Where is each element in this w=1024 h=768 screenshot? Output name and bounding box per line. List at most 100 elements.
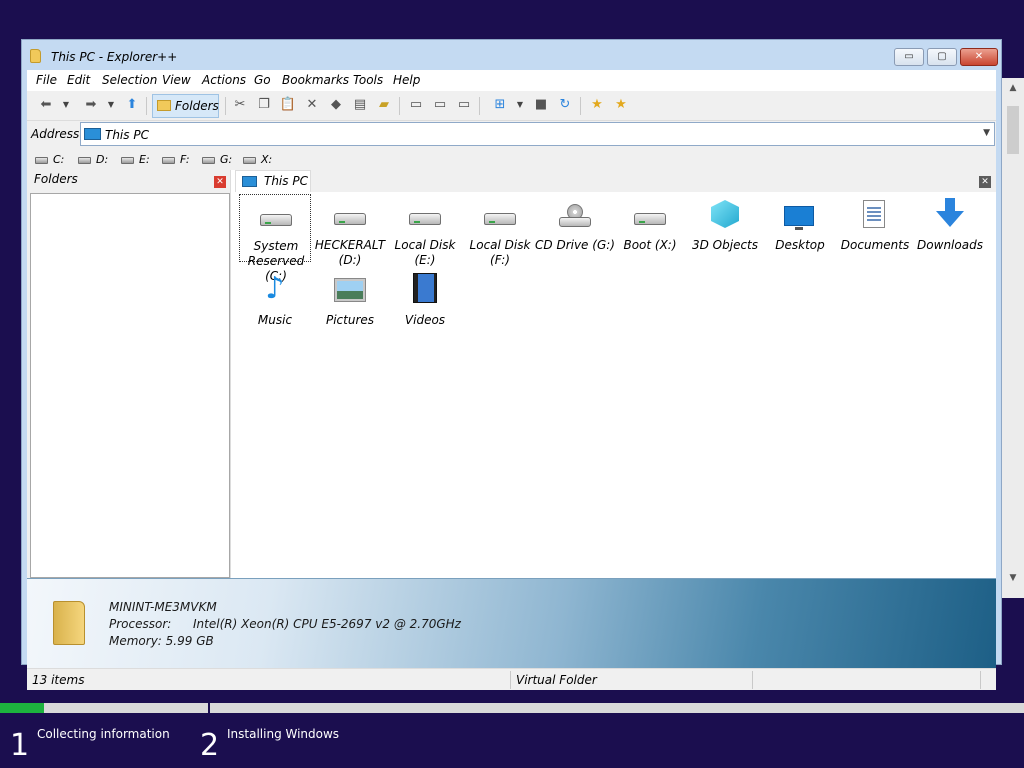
bookmark-add-icon[interactable]: ★ (588, 96, 606, 114)
forward-dropdown-icon[interactable]: ▼ (106, 96, 116, 114)
views-dropdown-icon[interactable]: ▼ (515, 96, 525, 114)
menu-file[interactable]: File (36, 73, 57, 87)
toolbar-separator (146, 97, 147, 115)
close-icon[interactable]: ✕ (214, 176, 226, 188)
computer-icon (242, 176, 257, 187)
search-icon[interactable]: ▰ (375, 96, 393, 114)
menu-tools[interactable]: Tools (353, 73, 383, 87)
videos-icon (413, 273, 437, 303)
item-label: Downloads (917, 238, 983, 252)
folder-type: Virtual Folder (516, 673, 597, 687)
file-list-view[interactable]: System Reserved (C:) HECKERALT (D:) Loca… (235, 192, 996, 578)
folders-icon (157, 100, 171, 111)
list-item[interactable]: CD Drive (G:) (535, 194, 615, 262)
menu-view[interactable]: View (162, 73, 191, 87)
refresh-icon[interactable]: ↻ (556, 96, 574, 114)
background-scrollbar[interactable]: ▲ ▼ (1001, 78, 1024, 598)
delete-permanently-icon[interactable]: ◆ (327, 96, 345, 114)
title-bar[interactable]: This PC - Explorer++ ▭ ▢ ✕ (22, 40, 1001, 70)
list-item[interactable]: Downloads (914, 194, 986, 262)
copy-icon[interactable]: ❐ (255, 96, 273, 114)
status-separator (510, 671, 511, 689)
window-title: This PC - Explorer++ (51, 50, 178, 64)
drive-icon (409, 213, 441, 225)
minimize-button[interactable]: ▭ (894, 48, 924, 66)
tab-label: This PC (264, 174, 308, 188)
copy-to-icon[interactable]: ▭ (407, 96, 425, 114)
menu-bookmarks[interactable]: Bookmarks (282, 73, 349, 87)
address-input[interactable]: This PC ▼ (80, 122, 995, 146)
drive-button-f[interactable]: F: (162, 153, 190, 167)
paste-icon[interactable]: 📋 (279, 96, 297, 114)
drive-icon (260, 214, 292, 226)
folders-button[interactable]: Folders (152, 94, 219, 118)
views-icon[interactable]: ⊞ (491, 96, 509, 114)
tab-this-pc[interactable]: This PC (235, 170, 311, 192)
move-to-icon[interactable]: ▭ (431, 96, 449, 114)
item-label: Local Disk (F:) (469, 238, 531, 267)
toolbar-separator (399, 97, 400, 115)
list-item[interactable]: Local Disk (F:) (464, 194, 536, 267)
list-item[interactable]: Local Disk (E:) (389, 194, 461, 267)
step-label: Collecting information (37, 727, 170, 741)
command-prompt-icon[interactable]: ■ (532, 96, 550, 114)
item-label: Music (257, 313, 293, 327)
list-item[interactable]: System Reserved (C:) (239, 194, 311, 283)
bookmarks-icon[interactable]: ★ (612, 96, 630, 114)
cut-icon[interactable]: ✂ (231, 96, 249, 114)
properties-icon[interactable]: ▤ (351, 96, 369, 114)
setup-progress-bar (0, 703, 1024, 713)
close-button[interactable]: ✕ (960, 48, 998, 66)
display-window: MININT-ME3MVKM Processor: Intel(R) Xeon(… (27, 578, 996, 668)
forward-arrow-icon[interactable]: ➡ (82, 96, 100, 114)
menu-edit[interactable]: Edit (67, 73, 90, 87)
menu-selection[interactable]: Selection (102, 73, 157, 87)
item-label: Videos (404, 313, 446, 327)
drive-label: E: (139, 153, 150, 166)
drive-label: F: (180, 153, 190, 166)
drive-button-g[interactable]: G: (202, 153, 232, 167)
toolbar: ⬅ ▼ ➡ ▼ ⬆ Folders ✂ ❐ 📋 ✕ ◆ ▤ ▰ ▭ ▭ ▭ ⊞ … (27, 91, 996, 121)
drive-button-d[interactable]: D: (78, 153, 108, 167)
scroll-down-icon[interactable]: ▼ (1002, 570, 1024, 587)
drives-toolbar: C: D: E: F: G: X: (27, 148, 996, 170)
list-item[interactable]: 3D Objects (689, 194, 761, 262)
menu-go[interactable]: Go (254, 73, 271, 87)
menu-actions[interactable]: Actions (202, 73, 246, 87)
main-pane: This PC ✕ System Reserved (C:) HECKERALT… (235, 170, 996, 578)
list-item[interactable]: Boot (X:) (614, 194, 686, 262)
chevron-down-icon[interactable]: ▼ (983, 128, 990, 138)
documents-icon (863, 200, 885, 228)
list-item[interactable]: Documents (839, 194, 911, 262)
maximize-button[interactable]: ▢ (927, 48, 957, 66)
list-item[interactable]: Desktop (764, 194, 836, 262)
folder-tree[interactable] (30, 193, 230, 578)
drive-button-c[interactable]: C: (35, 153, 64, 167)
toolbar-separator (225, 97, 226, 115)
menu-bar: File Edit Selection View Actions Go Book… (27, 70, 996, 90)
drive-icon (634, 213, 666, 225)
delete-icon[interactable]: ✕ (303, 96, 321, 114)
item-label: Desktop (775, 238, 825, 252)
scroll-thumb[interactable] (1007, 106, 1019, 154)
menu-help[interactable]: Help (393, 73, 420, 87)
list-item[interactable]: HECKERALT (D:) (314, 194, 386, 267)
close-icon[interactable]: ✕ (979, 176, 991, 188)
toolbar-separator (479, 97, 480, 115)
computer-name: MININT-ME3MVKM (109, 600, 217, 614)
back-arrow-icon[interactable]: ⬅ (37, 96, 55, 114)
drive-label: G: (220, 153, 233, 166)
up-arrow-icon[interactable]: ⬆ (123, 96, 141, 114)
pictures-icon (334, 278, 366, 302)
drive-button-e[interactable]: E: (121, 153, 150, 167)
list-item[interactable]: Pictures (314, 269, 386, 337)
list-item[interactable]: Videos (389, 269, 461, 337)
step-label: Installing Windows (227, 727, 340, 741)
drive-button-x[interactable]: X: (243, 153, 272, 167)
scroll-up-icon[interactable]: ▲ (1002, 80, 1024, 97)
tab-strip: This PC ✕ (235, 170, 996, 192)
list-item[interactable]: ♪ Music (239, 269, 311, 337)
cd-drive-icon (559, 204, 591, 228)
back-dropdown-icon[interactable]: ▼ (61, 96, 71, 114)
new-folder-icon[interactable]: ▭ (455, 96, 473, 114)
